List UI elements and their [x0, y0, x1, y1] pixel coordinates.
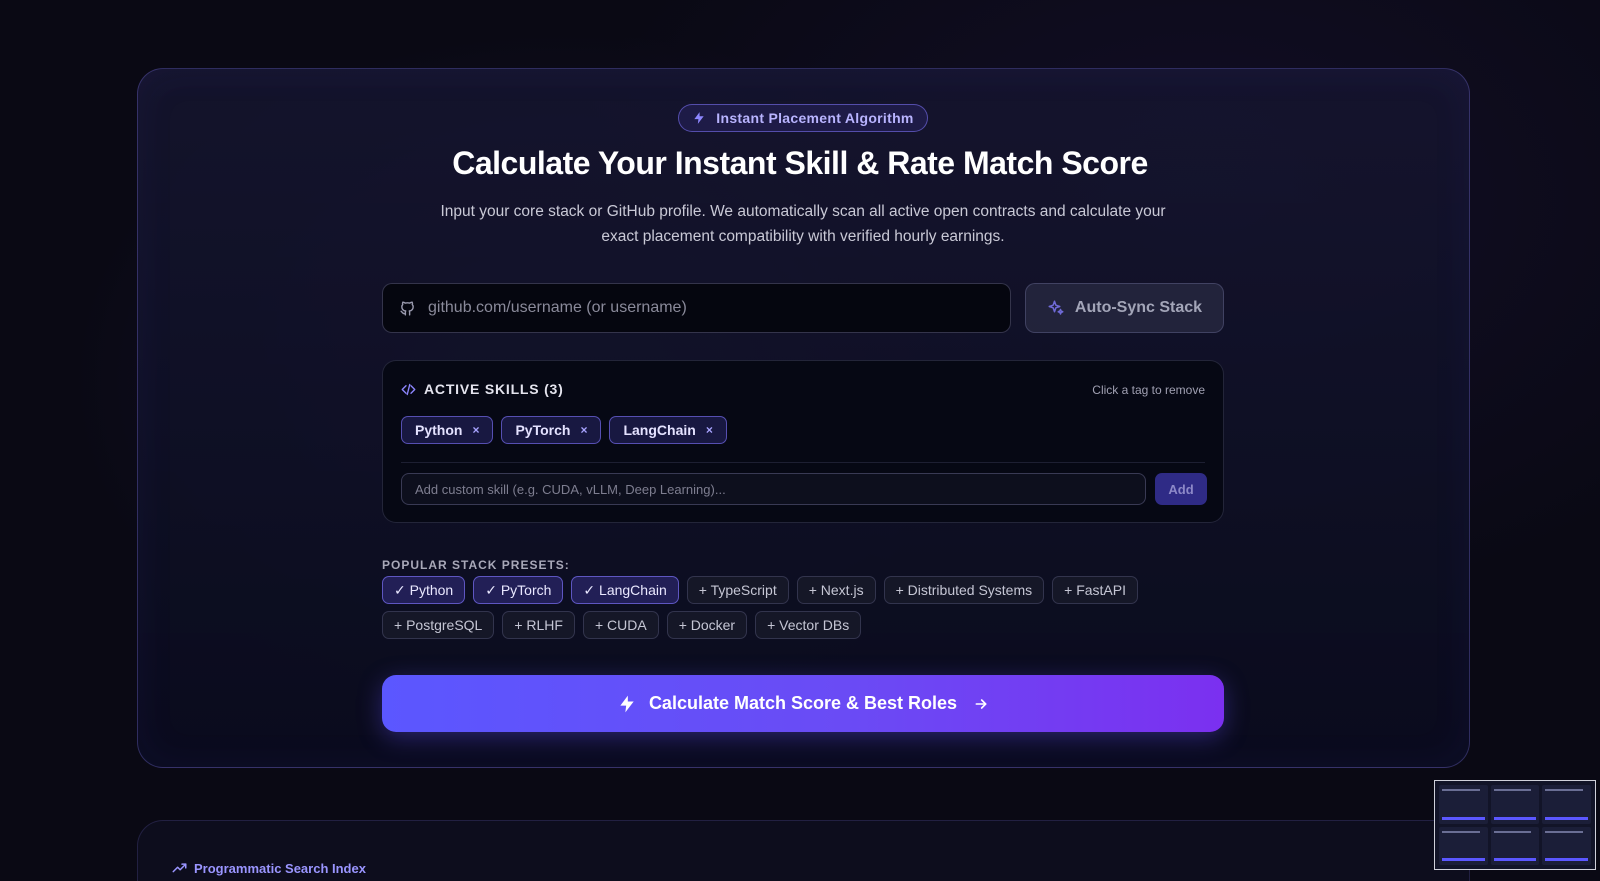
presets-label: POPULAR STACK PRESETS: [382, 558, 570, 572]
auto-sync-stack-button[interactable]: Auto-Sync Stack [1025, 283, 1224, 333]
add-skill-button[interactable]: Add [1155, 473, 1207, 505]
code-icon [401, 383, 416, 395]
trending-up-icon [172, 863, 187, 873]
calculate-match-score-button[interactable]: Calculate Match Score & Best Roles [382, 675, 1224, 732]
page: Instant Placement Algorithm Calculate Yo… [0, 0, 1600, 881]
preset-distributed-systems[interactable]: + Distributed Systems [883, 576, 1045, 604]
skill-tag-label: Python [415, 422, 463, 438]
arrow-right-icon [975, 698, 987, 709]
minimap-cell [1490, 785, 1540, 824]
skill-tag-pytorch[interactable]: PyTorch × [501, 416, 602, 444]
search-index-heading: Programmatic Search Index [172, 861, 366, 876]
remove-icon[interactable]: × [472, 423, 479, 437]
sparkles-icon [1048, 300, 1064, 315]
placement-badge-label: Instant Placement Algorithm [716, 110, 914, 126]
stack-presets: ✓ Python ✓ PyTorch ✓ LangChain + TypeScr… [382, 576, 1224, 639]
bolt-icon [620, 695, 634, 712]
preset-fastapi[interactable]: + FastAPI [1052, 576, 1138, 604]
minimap-cell [1490, 826, 1540, 865]
calculate-match-score-label: Calculate Match Score & Best Roles [648, 693, 958, 713]
github-field[interactable] [382, 283, 1011, 333]
auto-sync-stack-label: Auto-Sync Stack [1074, 299, 1203, 316]
preset-postgresql[interactable]: + PostgreSQL [382, 611, 495, 639]
preset-langchain[interactable]: ✓ LangChain [571, 576, 679, 604]
preset-vector-dbs[interactable]: + Vector DBs [755, 611, 862, 639]
github-input[interactable] [428, 299, 988, 317]
remove-icon[interactable]: × [706, 423, 713, 437]
minimap-cell [1542, 826, 1591, 865]
active-skills-title: ACTIVE SKILLS (3) [424, 381, 564, 397]
preset-cuda[interactable]: + CUDA [582, 611, 659, 639]
skill-tag-langchain[interactable]: LangChain × [609, 416, 727, 444]
search-index-label: Programmatic Search Index [194, 861, 366, 876]
skill-tag-python[interactable]: Python × [401, 416, 494, 444]
custom-skill-field[interactable] [401, 473, 1146, 505]
active-skills-heading: ACTIVE SKILLS (3) [401, 381, 564, 397]
placement-badge: Instant Placement Algorithm [678, 104, 928, 132]
preset-pytorch[interactable]: ✓ PyTorch [473, 576, 564, 604]
skill-tags: Python × PyTorch × LangChain × [401, 416, 727, 444]
minimap-cell [1542, 785, 1591, 824]
custom-skill-input[interactable] [415, 481, 1135, 497]
page-subtitle: Input your core stack or GitHub profile.… [440, 203, 1166, 245]
active-skills-panel: ACTIVE SKILLS (3) Click a tag to remove … [382, 360, 1224, 523]
skill-tag-label: PyTorch [515, 422, 571, 438]
preset-typescript[interactable]: + TypeScript [686, 576, 789, 604]
divider [401, 462, 1205, 463]
preset-nextjs[interactable]: + Next.js [796, 576, 876, 604]
remove-icon[interactable]: × [580, 423, 587, 437]
preset-docker[interactable]: + Docker [666, 611, 748, 639]
remove-hint: Click a tag to remove [1092, 383, 1205, 397]
bolt-icon [694, 112, 704, 124]
minimap-cell [1439, 826, 1488, 865]
github-icon [400, 300, 414, 316]
page-title: Calculate Your Instant Skill & Rate Matc… [452, 145, 1148, 181]
page-minimap[interactable] [1434, 780, 1596, 870]
preset-python[interactable]: ✓ Python [382, 576, 466, 604]
skill-tag-label: LangChain [623, 422, 696, 438]
preset-rlhf[interactable]: + RLHF [502, 611, 575, 639]
minimap-cell [1439, 785, 1488, 824]
